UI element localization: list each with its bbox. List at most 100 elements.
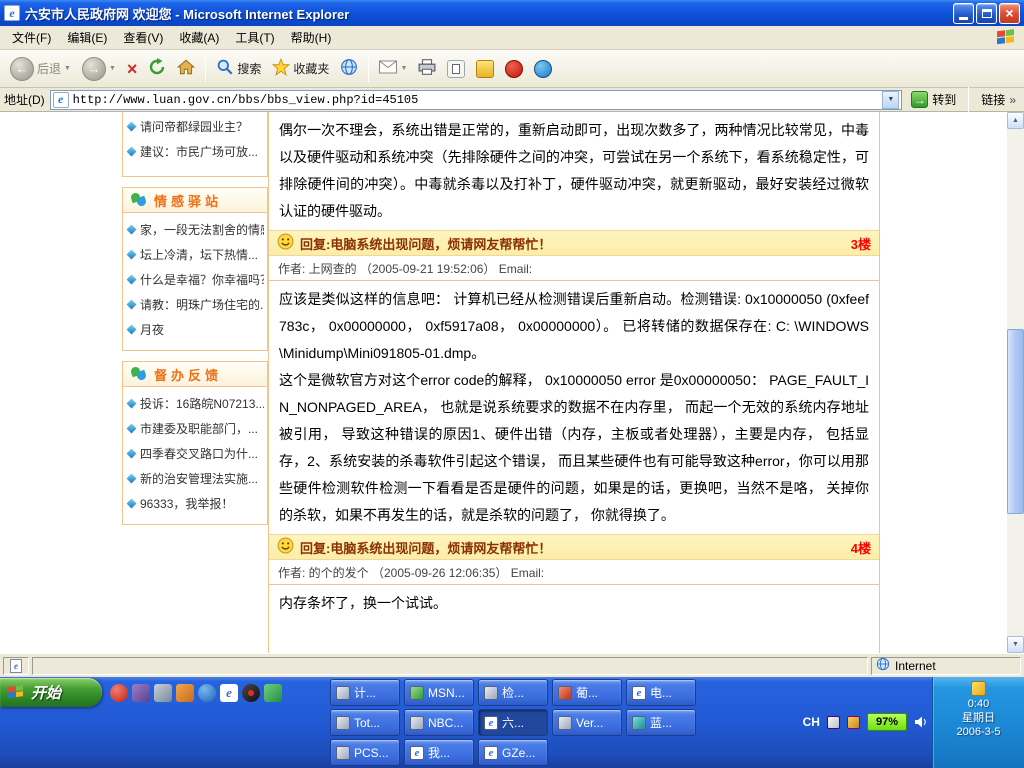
sidebar-link[interactable]: 市建委及职能部门，... <box>126 416 264 441</box>
sidebar-link[interactable]: 新的治安管理法实施... <box>126 466 264 491</box>
links-button[interactable]: 链接 » <box>977 91 1020 108</box>
refresh-button[interactable] <box>144 55 170 82</box>
menu-bar: 文件(F) 编辑(E) 查看(V) 收藏(A) 工具(T) 帮助(H) <box>0 26 1024 50</box>
quick-launch-icon-8[interactable] <box>264 684 282 702</box>
messenger-button[interactable] <box>530 57 556 81</box>
links-chevron-icon: » <box>1009 93 1016 107</box>
quick-launch-icon-5[interactable] <box>198 684 216 702</box>
tray-icon-2[interactable] <box>847 716 860 729</box>
task-button[interactable]: e我... <box>404 739 474 766</box>
notification-icon[interactable] <box>971 681 986 696</box>
stop-button[interactable]: × <box>123 57 142 81</box>
task-button[interactable]: 检... <box>478 679 548 706</box>
quick-launch-icon-4[interactable] <box>176 684 194 702</box>
vertical-scrollbar[interactable]: ▲ ▼ <box>1007 112 1024 653</box>
menu-favorites[interactable]: 收藏(A) <box>171 26 227 49</box>
menu-tools[interactable]: 工具(T) <box>227 26 282 49</box>
task-button[interactable]: 计... <box>330 679 400 706</box>
bullet-icon <box>127 225 137 235</box>
qq-button[interactable] <box>501 57 527 81</box>
quick-launch-icon-3[interactable] <box>154 684 172 702</box>
sidebar-link[interactable]: 什么是幸福？你幸福吗？.. <box>126 267 264 292</box>
app-icon <box>336 686 350 700</box>
sidebar-link[interactable]: 96333，我举报！ <box>126 491 264 516</box>
sidebar-link[interactable]: 家，一段无法割舍的情感 <box>126 217 264 242</box>
task-button[interactable]: 葡... <box>552 679 622 706</box>
home-button[interactable] <box>173 55 199 82</box>
search-button[interactable]: 搜索 <box>212 55 265 82</box>
maximize-button[interactable] <box>976 3 997 24</box>
app-icon <box>632 716 646 730</box>
tray-icon-1[interactable] <box>827 716 840 729</box>
task-button[interactable]: PCS... <box>330 739 400 766</box>
task-button[interactable]: MSN... <box>404 679 474 706</box>
minimize-button[interactable] <box>953 3 974 24</box>
edit-button[interactable] <box>443 57 469 81</box>
ime-indicator[interactable]: CH <box>803 715 820 729</box>
favorites-button[interactable]: 收藏夹 <box>268 55 333 82</box>
sidebar-link[interactable]: 四季春交叉路口为什... <box>126 441 264 466</box>
start-button[interactable]: 开始 <box>0 678 102 707</box>
scrollbar-thumb[interactable] <box>1007 329 1024 514</box>
task-button[interactable]: Ver... <box>552 709 622 736</box>
volume-icon[interactable] <box>914 716 928 728</box>
task-button-label: 六... <box>502 714 524 731</box>
battery-indicator[interactable]: 97% <box>867 713 907 731</box>
edit-icon <box>447 60 465 78</box>
sidebar-link[interactable]: 建议：市民广场可放... <box>126 139 264 164</box>
sidebar-link[interactable]: 坛上冷清，坛下热情... <box>126 242 264 267</box>
scroll-down-button[interactable]: ▼ <box>1007 636 1024 653</box>
quick-launch-bar: e <box>110 682 282 703</box>
task-button-label: MSN... <box>428 686 465 700</box>
task-button[interactable]: 蓝... <box>626 709 696 736</box>
close-button[interactable]: × <box>999 3 1020 24</box>
address-dropdown-button[interactable]: ▼ <box>882 91 899 109</box>
task-button[interactable]: NBC... <box>404 709 474 736</box>
menu-view[interactable]: 查看(V) <box>115 26 171 49</box>
qq-icon <box>505 60 523 78</box>
go-button[interactable]: → 转到 <box>907 89 960 110</box>
forward-button[interactable]: → ▼ <box>78 54 120 84</box>
menu-file[interactable]: 文件(F) <box>4 26 59 49</box>
status-message-segment <box>32 657 868 675</box>
back-button[interactable]: ← 后退 ▼ <box>6 54 75 84</box>
quick-launch-icon-1[interactable] <box>110 684 128 702</box>
reply-paragraph: 应该是类似这样的信息吧： 计算机已经从检测错误后重新启动。检测错误: 0x100… <box>279 286 869 367</box>
menu-help[interactable]: 帮助(H) <box>283 26 340 49</box>
task-button-active[interactable]: e六... <box>478 709 548 736</box>
reply-title: 回复:电脑系统出现问题，烦请网友帮帮忙！ <box>300 538 551 557</box>
sidebar-link[interactable]: 月夜 <box>126 317 264 342</box>
task-button-label: 电... <box>650 684 672 701</box>
ie-logo-icon: e <box>4 5 20 21</box>
task-button[interactable]: Tot... <box>330 709 400 736</box>
sidebar-link[interactable]: 请问帝都绿园业主？ <box>126 114 264 139</box>
navigation-toolbar: ← 后退 ▼ → ▼ × 搜索 收藏夹 ▼ <box>0 50 1024 88</box>
quick-launch-qq-icon[interactable] <box>242 684 260 702</box>
menu-edit[interactable]: 编辑(E) <box>59 26 115 49</box>
scroll-up-button[interactable]: ▲ <box>1007 112 1024 129</box>
sidebar-link[interactable]: 投诉：16路皖N07213... <box>126 391 264 416</box>
reply-header-floor4: 回复:电脑系统出现问题，烦请网友帮帮忙！ 4楼 <box>269 534 879 560</box>
quick-launch-icon-2[interactable] <box>132 684 150 702</box>
address-input[interactable]: e http://www.luan.gov.cn/bbs/bbs_view.ph… <box>50 90 903 110</box>
task-button-label: NBC... <box>428 716 463 730</box>
sidebar-link-label: 请教：明珠广场住宅的... <box>140 296 264 313</box>
task-button[interactable]: eGZe... <box>478 739 548 766</box>
quick-launch-ie-icon[interactable]: e <box>220 684 238 702</box>
sidebar-box-feedback: 投诉：16路皖N07213... 市建委及职能部门，... 四季春交叉路口为什.… <box>122 387 268 525</box>
floor-badge: 3楼 <box>851 234 871 253</box>
section-title: 督办反馈 <box>154 365 222 384</box>
task-button[interactable]: e电... <box>626 679 696 706</box>
discuss-button[interactable] <box>472 57 498 81</box>
sidebar-link[interactable]: 请教：明珠广场住宅的... <box>126 292 264 317</box>
reply-header-floor3: 回复:电脑系统出现问题，烦请网友帮帮忙！ 3楼 <box>269 230 879 256</box>
bullet-icon <box>127 325 137 335</box>
stop-icon: × <box>127 60 138 78</box>
mail-button[interactable]: ▼ <box>375 57 411 80</box>
scrollbar-track[interactable] <box>1007 129 1024 636</box>
app-icon <box>558 716 572 730</box>
sidebar-link-label: 坛上冷清，坛下热情... <box>140 246 258 263</box>
media-button[interactable] <box>336 55 362 82</box>
print-button[interactable] <box>414 56 440 81</box>
reply-paragraph: 内存条坏了，换一个试试。 <box>279 590 869 617</box>
